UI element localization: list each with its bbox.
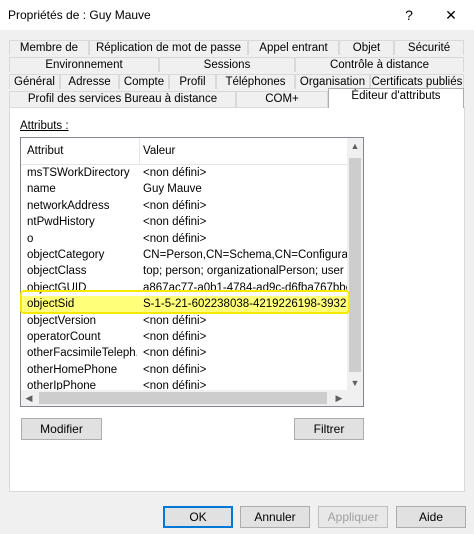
cell-attribute: otherFacsimileTeleph... [27, 347, 137, 360]
tab-sessions[interactable]: Sessions [159, 57, 295, 72]
scroll-corner [347, 390, 363, 406]
cell-value: <non défini> [143, 167, 207, 179]
cell-value: <non défini> [143, 331, 207, 343]
cell-attribute: msTSWorkDirectory [27, 167, 130, 179]
cell-value: <non défini> [143, 232, 207, 245]
apply-button[interactable]: Appliquer [318, 506, 388, 528]
attributes-label-text: Attributs : [20, 120, 69, 132]
annotation-highlight [20, 290, 350, 314]
title-bar: Propriétés de : Guy Mauve ? ✕ [0, 0, 474, 30]
table-row[interactable]: objectClass top; person; organizationalPe… [21, 263, 348, 279]
cell-attribute: name [27, 183, 56, 196]
table-row[interactable]: ntPwdHistory <non défini> [21, 214, 348, 230]
modify-button-label: Modifier [40, 422, 83, 436]
tab-general[interactable]: Général [9, 74, 60, 89]
cell-attribute: objectClass [27, 265, 87, 278]
tab-replication[interactable]: Réplication de mot de passe [89, 40, 248, 55]
cell-attribute: objectCategory [27, 249, 105, 261]
attributes-list[interactable]: Attribut Valeur msTSWorkDirectory <non dé… [20, 137, 364, 407]
tab-environnement[interactable]: Environnement [9, 57, 159, 72]
table-row[interactable]: operatorCount <non défini> [21, 329, 348, 345]
tab-editeur-attributs[interactable]: Éditeur d'attributs [328, 88, 464, 108]
cell-attribute: ntPwdHistory [27, 216, 95, 229]
attributes-label: Attributs : [20, 120, 69, 132]
tab-certificats[interactable]: Certificats publiés [370, 74, 464, 89]
cell-attribute: o [27, 232, 34, 245]
ok-button[interactable]: OK [163, 506, 233, 528]
tab-profil[interactable]: Profil [169, 74, 216, 89]
scroll-up-icon[interactable]: ▲ [347, 138, 363, 154]
scroll-down-icon[interactable]: ▼ [347, 375, 363, 391]
table-row[interactable]: name Guy Mauve [21, 181, 348, 197]
cell-attribute: objectVersion [27, 314, 97, 327]
tab-compte[interactable]: Compte [119, 74, 169, 89]
window-title: Propriétés de : Guy Mauve [8, 8, 151, 22]
cell-value: top; person; organizationalPerson; user [143, 265, 344, 278]
tab-profil-rds[interactable]: Profil des services Bureau à distance [9, 91, 236, 107]
vertical-scroll-thumb[interactable] [349, 158, 361, 372]
table-row[interactable]: objectCategory CN=Person,CN=Schema,CN=Con… [21, 247, 348, 263]
table-row[interactable]: objectVersion <non défini> [21, 313, 348, 329]
modify-button[interactable]: Modifier [21, 418, 102, 440]
cell-value: <non défini> [143, 216, 207, 229]
cell-attribute: operatorCount [27, 331, 101, 343]
cell-value: <non défini> [143, 199, 207, 212]
table-row[interactable]: networkAddress <non défini> [21, 198, 348, 214]
cell-value: <non défini> [143, 363, 207, 376]
tab-securite[interactable]: Sécurité [394, 40, 464, 55]
tab-telephones[interactable]: Téléphones [216, 74, 295, 89]
header-attribut[interactable]: Attribut [27, 145, 63, 157]
cell-attribute: otherHomePhone [27, 363, 118, 376]
cell-value: CN=Person,CN=Schema,CN=Configuration,D [143, 249, 348, 261]
tab-organisation[interactable]: Organisation [295, 74, 370, 89]
tab-objet[interactable]: Objet [339, 40, 394, 55]
tab-appel-entrant[interactable]: Appel entrant [248, 40, 339, 55]
table-row[interactable]: otherHomePhone <non défini> [21, 362, 348, 378]
filter-button-label: Filtrer [313, 422, 345, 436]
header-separator[interactable] [139, 138, 140, 164]
scroll-right-icon[interactable]: ▶ [331, 390, 347, 406]
tab-controle-distance[interactable]: Contrôle à distance [295, 57, 464, 72]
header-valeur[interactable]: Valeur [143, 145, 175, 157]
table-row[interactable]: otherFacsimileTeleph... <non défini> [21, 345, 348, 361]
cell-value: Guy Mauve [143, 183, 202, 196]
table-row[interactable]: msTSWorkDirectory <non défini> [21, 165, 348, 181]
close-icon[interactable]: ✕ [440, 4, 462, 26]
horizontal-scrollbar[interactable]: ◀ ▶ [21, 390, 347, 406]
table-row[interactable]: o <non défini> [21, 231, 348, 247]
cell-attribute: networkAddress [27, 199, 110, 212]
vertical-scrollbar[interactable]: ▲ ▼ [347, 138, 363, 391]
scroll-left-icon[interactable]: ◀ [21, 390, 37, 406]
filter-button[interactable]: Filtrer [294, 418, 364, 440]
cell-value: <non défini> [143, 314, 207, 327]
tab-com-plus[interactable]: COM+ [236, 91, 328, 107]
horizontal-scroll-thumb[interactable] [39, 392, 327, 404]
tab-adresse[interactable]: Adresse [60, 74, 119, 89]
help-icon[interactable]: ? [398, 4, 420, 26]
cell-value: <non défini> [143, 347, 207, 360]
help-button[interactable]: Aide [396, 506, 466, 528]
tab-membre-de[interactable]: Membre de [9, 40, 89, 55]
cancel-button[interactable]: Annuler [240, 506, 310, 528]
list-header: Attribut Valeur [21, 138, 348, 165]
